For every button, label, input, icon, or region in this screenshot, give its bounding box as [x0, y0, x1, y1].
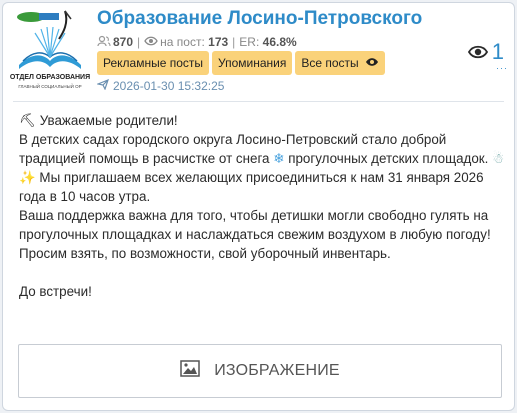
post-date[interactable]: 2026-01-30 15:32:25: [95, 78, 225, 93]
stats-separator: |: [137, 35, 141, 49]
ads-posts-button[interactable]: Рекламные посты: [97, 51, 210, 75]
post-line: прогулочных детских площадок.: [288, 151, 489, 166]
filter-buttons: Рекламные посты Упоминания Все посты: [97, 51, 385, 75]
logo-subtext: ГЛАВНЫЙ СОЦИАЛЬНЫЙ ОР: [18, 82, 81, 89]
mentions-button[interactable]: Упоминания: [212, 51, 293, 75]
snowman-emoji: ☃: [492, 151, 505, 166]
subscribers-icon: [97, 35, 111, 50]
image-icon: [180, 360, 200, 382]
shovel-emoji: ⛏: [19, 113, 36, 128]
stats-separator: |: [232, 35, 236, 49]
post-text: ⛏ Уважаемые родители! В детских садах го…: [19, 111, 505, 301]
all-posts-label: Все посты: [301, 56, 359, 70]
eye-icon: [467, 39, 488, 65]
post-line: Просим взять, по возможности, свой уборо…: [19, 246, 391, 261]
post-line: Уважаемые родители!: [39, 113, 178, 128]
eye-icon: [365, 56, 379, 70]
subscribers-count: 870: [113, 35, 134, 49]
reach-label: на пост:: [160, 35, 205, 49]
post-line: Мы приглашаем всех желающих присоединить…: [19, 170, 484, 204]
reach-value: 173: [208, 35, 229, 49]
image-attachment-label: ИЗОБРАЖЕНИЕ: [214, 362, 340, 379]
post-views: 1: [467, 39, 504, 65]
channel-logo[interactable]: ОТДЕЛ ОБРАЗОВАНИЯ ГЛАВНЫЙ СОЦИАЛЬНЫЙ ОР: [9, 9, 91, 95]
channel-stats: 870 | на пост: 173 | ER: 46.8%: [97, 34, 297, 50]
image-attachment-button[interactable]: ИЗОБРАЖЕНИЕ: [18, 344, 502, 398]
views-count: 1: [491, 39, 504, 64]
header-divider: [13, 101, 504, 102]
logo-text: ОТДЕЛ ОБРАЗОВАНИЯ: [10, 74, 90, 81]
all-posts-button[interactable]: Все посты: [295, 51, 385, 75]
views-dots: ···: [496, 63, 508, 73]
post-card: ОТДЕЛ ОБРАЗОВАНИЯ ГЛАВНЫЙ СОЦИАЛЬНЫЙ ОР …: [2, 2, 515, 411]
sparkles-emoji: ✨: [19, 170, 36, 185]
post-date-text: 2026-01-30 15:32:25: [113, 79, 225, 93]
channel-title[interactable]: Образование Лосино-Петровского: [97, 8, 422, 30]
snowflake-emoji: ❄: [273, 151, 285, 166]
post-line: До встречи!: [19, 284, 92, 299]
eye-icon: [144, 35, 158, 49]
er-label: ER:: [239, 35, 260, 49]
send-icon: [95, 78, 109, 93]
post-line: Ваша поддержка важна для того, чтобы дет…: [19, 208, 491, 242]
er-value: 46.8%: [262, 35, 297, 49]
